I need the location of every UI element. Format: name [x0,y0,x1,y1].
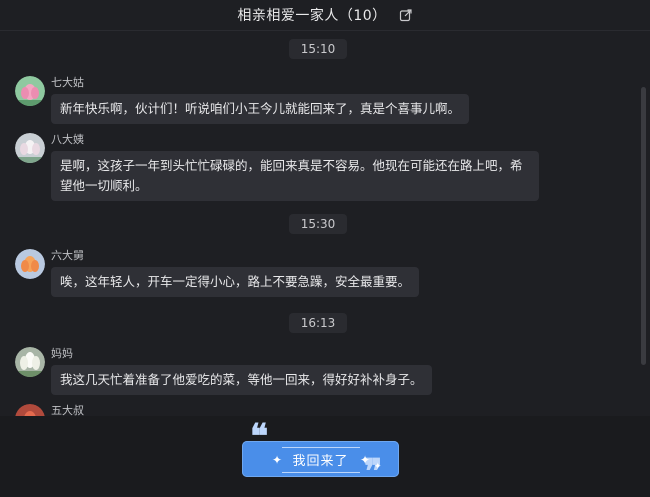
sparkle-icon: ✦ [360,453,371,467]
message-bubble[interactable]: 新年快乐啊，伙计们！听说咱们小王今儿就能回来了，真是个喜事儿啊。 [51,94,470,124]
timestamp: 16:13 [0,313,636,333]
sender-name: 六大舅 [51,249,84,262]
message-item: 五大叔 [15,404,84,416]
sender-name: 妈妈 [51,347,73,360]
button-label: 我回来了 [292,453,349,469]
timestamp: 15:30 [0,214,636,234]
sender-name: 八大姨 [51,133,84,146]
footer-bar: 我回来了 [0,416,650,497]
chat-header: 相亲相爱一家人（10） [0,0,650,31]
avatar[interactable] [15,347,45,377]
message-bubble[interactable]: 是啊，这孩子一年到头忙忙碌碌的，能回来真是不容易。他现在可能还在路上吧，希望他一… [51,151,539,201]
message-item: 八大姨 是啊，这孩子一年到头忙忙碌碌的，能回来真是不容易。他现在可能还在路上吧，… [15,133,539,201]
chat-title: 相亲相爱一家人（10） [237,8,387,24]
message-bubble[interactable]: 我这几天忙着准备了他爱吃的菜，等他一回来，得好好补补身子。 [51,365,432,395]
decor-line [282,472,360,473]
avatar[interactable] [15,249,45,279]
scrollbar[interactable] [641,87,646,365]
sender-name: 五大叔 [51,404,84,416]
decor-line [282,447,360,448]
avatar[interactable] [15,133,45,163]
message-list[interactable]: 15:10 七大姑 新年快乐啊，伙计们！听说咱们小王今儿就能回来了，真是个喜事儿… [0,31,650,416]
message-item: 六大舅 唉，这年轻人，开车一定得小心，路上不要急躁，安全最重要。 [15,249,420,297]
avatar[interactable] [15,404,45,416]
message-item: 妈妈 我这几天忙着准备了他爱吃的菜，等他一回来，得好好补补身子。 [15,347,432,395]
message-bubble[interactable]: 唉，这年轻人，开车一定得小心，路上不要急躁，安全最重要。 [51,267,420,297]
avatar[interactable] [15,76,45,106]
sender-name: 七大姑 [51,76,84,89]
message-item: 七大姑 新年快乐啊，伙计们！听说咱们小王今儿就能回来了，真是个喜事儿啊。 [15,76,470,124]
share-icon[interactable] [399,8,413,22]
sparkle-icon: ✦ [374,462,382,472]
sparkle-icon: ✦ [272,453,283,467]
timestamp: 15:10 [0,39,636,59]
quote-open-icon: ❝ [250,417,269,457]
